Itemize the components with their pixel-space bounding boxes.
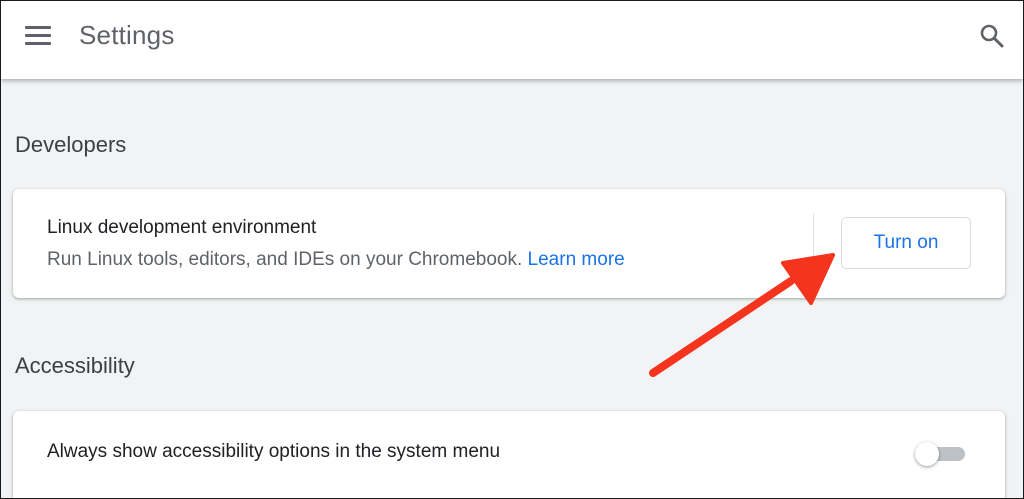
section-heading-accessibility: Accessibility [15, 353, 135, 378]
toggle-knob [915, 442, 939, 466]
linux-dev-env-description: Run Linux tools, editors, and IDEs on yo… [47, 249, 625, 271]
vertical-divider [813, 213, 814, 273]
page-title: Settings [79, 20, 175, 50]
linux-dev-env-title: Linux development environment [47, 217, 317, 238]
section-heading-developers: Developers [15, 132, 127, 157]
top-app-bar: Settings [1, 1, 1023, 79]
linux-dev-env-card: Linux development environment Run Linux … [13, 189, 1005, 298]
learn-more-link[interactable]: Learn more [528, 249, 625, 270]
hamburger-menu-icon[interactable] [25, 25, 53, 47]
always-show-accessibility-toggle[interactable] [913, 442, 967, 466]
settings-window: Settings Developers Linux development en… [0, 0, 1024, 499]
search-icon[interactable] [979, 23, 1005, 49]
accessibility-card: Always show accessibility options in the… [13, 411, 1005, 498]
turn-on-button[interactable]: Turn on [841, 217, 971, 269]
linux-dev-env-description-text: Run Linux tools, editors, and IDEs on yo… [47, 249, 523, 270]
always-show-accessibility-label: Always show accessibility options in the… [47, 441, 501, 462]
